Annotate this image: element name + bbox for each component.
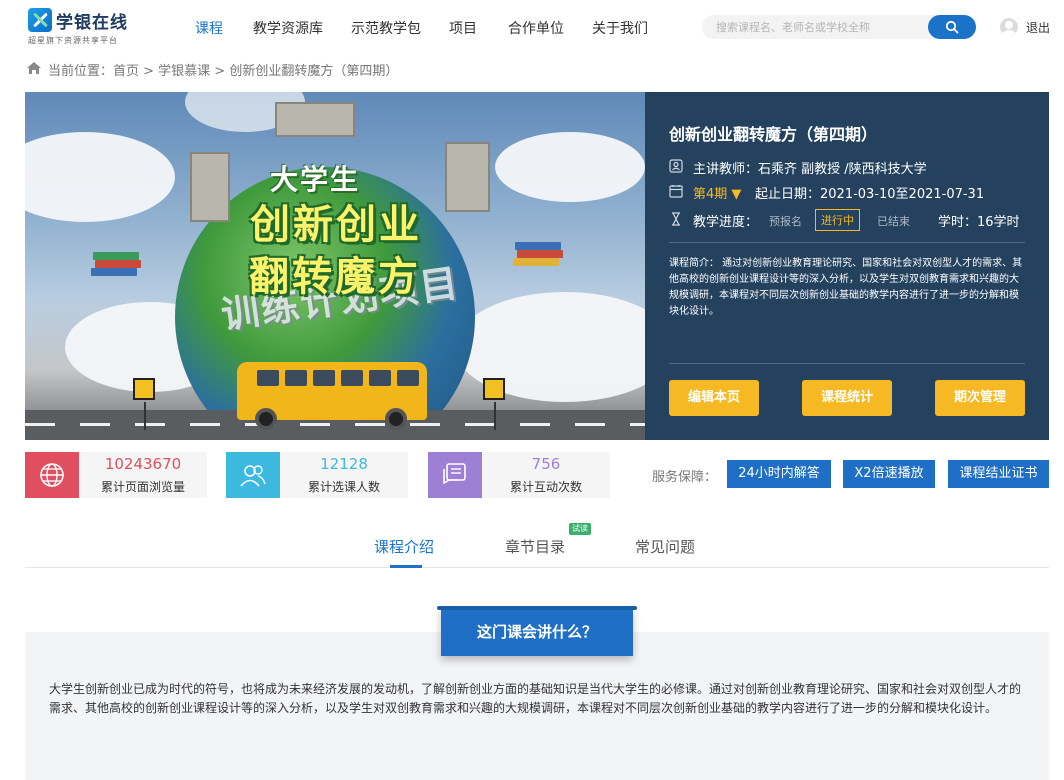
- nav-resource-library[interactable]: 教学资源库: [253, 18, 323, 38]
- hourglass-icon: [672, 212, 680, 226]
- course-title: 创新创业翻转魔方（第四期）: [669, 125, 878, 144]
- service-label: 服务保障：: [652, 470, 718, 485]
- stat-page-views: 10243670 累计页面浏览量: [25, 452, 207, 498]
- teacher-text: 主讲教师：石乘齐 副教授 /陕西科技大学: [693, 162, 927, 177]
- banner-text-innovation: 创新创业: [250, 202, 422, 248]
- logo-slogan: 超星旗下资源共享平台: [28, 36, 118, 45]
- logout-link[interactable]: 退出: [1026, 19, 1050, 36]
- search-bar: [702, 15, 976, 39]
- stage-preregistration: 预报名: [769, 215, 802, 228]
- stage-finished: 已结束: [877, 215, 910, 228]
- page-views-label: 累计页面浏览量: [100, 480, 185, 494]
- page-views-value: 10243670: [104, 455, 182, 473]
- course-hours: 学时：16学时: [938, 215, 1020, 230]
- stat-interactions: 756 累计互动次数: [428, 452, 610, 498]
- teacher-icon: [669, 159, 683, 173]
- section-title: 这门课会讲什么？: [437, 606, 637, 656]
- course-description-text: 大学生创新创业已成为时代的符号，也将成为未来经济发展的发动机，了解创新创业方面的…: [49, 682, 1022, 715]
- logo-icon: [28, 8, 52, 32]
- enrollments-value: 12128: [320, 455, 368, 473]
- users-icon: [226, 452, 280, 498]
- enrollments-label: 累计选课人数: [307, 480, 380, 494]
- interactions-label: 累计互动次数: [509, 480, 582, 494]
- teacher-row: 主讲教师：石乘齐 副教授 /陕西科技大学: [669, 158, 1029, 177]
- progress-row: 教学进度： 预报名 进行中 已结束 学时：16学时: [669, 209, 1029, 231]
- divider: [669, 363, 1025, 364]
- service-24h-answer[interactable]: 24小时内解答: [727, 460, 831, 488]
- active-tab-indicator: [390, 565, 422, 568]
- stat-enrollments: 12128 累计选课人数: [226, 452, 408, 498]
- term-management-button[interactable]: 期次管理: [935, 380, 1025, 416]
- interactions-value: 756: [531, 455, 561, 473]
- search-icon: [945, 20, 959, 34]
- school-crossing-sign: [483, 378, 505, 430]
- tab-chapters[interactable]: 章节目录: [505, 536, 565, 557]
- course-stats-button[interactable]: 课程统计: [802, 380, 892, 416]
- logo-name: 学银在线: [56, 13, 128, 33]
- globe-icon: [25, 452, 79, 498]
- user-avatar[interactable]: [1000, 18, 1018, 36]
- search-input[interactable]: [716, 19, 916, 35]
- edit-page-button[interactable]: 编辑本页: [669, 380, 759, 416]
- course-info-panel: 创新创业翻转魔方（第四期） 主讲教师：石乘齐 副教授 /陕西科技大学 第4期 ▼…: [645, 92, 1049, 440]
- service-2x-playback[interactable]: X2倍速播放: [843, 460, 935, 488]
- search-button[interactable]: [928, 15, 976, 39]
- banner-text-flip-cube: 翻转魔方: [249, 254, 421, 300]
- nav-courses[interactable]: 课程: [195, 18, 223, 38]
- nav-projects[interactable]: 项目: [449, 18, 477, 38]
- chat-icon: [428, 452, 482, 498]
- nav-partners[interactable]: 合作单位: [508, 18, 564, 38]
- school-crossing-sign: [133, 378, 155, 430]
- service-certificate[interactable]: 课程结业证书: [948, 460, 1049, 488]
- breadcrumb-text: 当前位置：首页 > 学银慕课 > 创新创业翻转魔方（第四期）: [48, 64, 399, 79]
- site-logo[interactable]: 学银在线 超星旗下资源共享平台: [28, 8, 138, 48]
- trial-badge: 试读: [569, 523, 591, 535]
- top-header: 学银在线 超星旗下资源共享平台 课程 教学资源库 示范教学包 项目 合作单位 关…: [0, 0, 1064, 56]
- course-banner-image: 训练计划项目 大学生 创新创业 翻转魔方: [25, 92, 645, 440]
- divider: [669, 242, 1025, 243]
- nav-about-us[interactable]: 关于我们: [592, 18, 648, 38]
- home-icon: [27, 62, 41, 74]
- school-bus-illustration: [237, 362, 427, 430]
- progress-label: 教学进度：: [693, 215, 759, 230]
- tab-faq[interactable]: 常见问题: [635, 536, 695, 557]
- calendar-icon: [669, 185, 683, 198]
- tab-course-intro[interactable]: 课程介绍: [374, 536, 434, 557]
- course-intro: 课程简介： 通过对创新创业教育理论研究、国家和社会对双创型人才的需求、其他高校的…: [669, 258, 1023, 317]
- course-dates: 起止日期：2021-03-10至2021-07-31: [755, 187, 985, 202]
- stage-in-progress: 进行中: [815, 209, 860, 231]
- nav-teaching-packages[interactable]: 示范教学包: [351, 18, 421, 38]
- term-selector[interactable]: 第4期 ▼: [693, 183, 741, 202]
- course-tabs: 课程介绍 章节目录 试读 常见问题: [25, 520, 1049, 568]
